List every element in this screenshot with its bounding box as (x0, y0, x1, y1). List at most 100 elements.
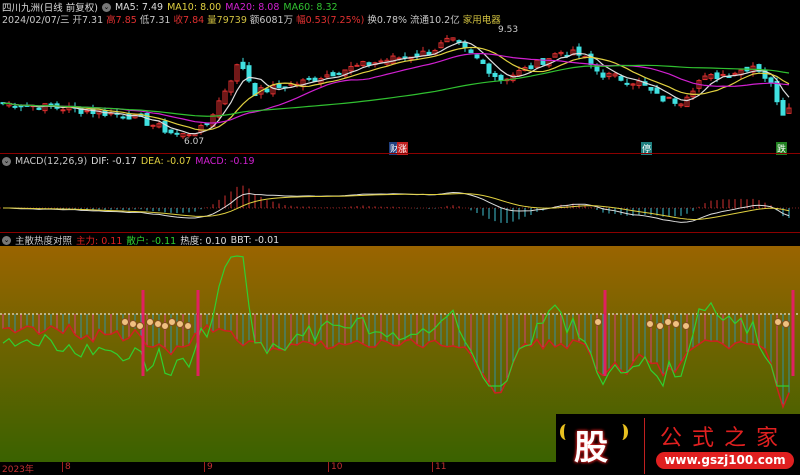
hand-pointer-icon (774, 318, 782, 326)
horn-icon (616, 424, 628, 440)
ma10-value: MA10: 8.00 (167, 1, 222, 13)
candle (366, 62, 372, 66)
candle (654, 87, 660, 94)
candle (486, 63, 492, 74)
divider (0, 153, 800, 154)
candle (36, 107, 42, 110)
hand-pointer-icon (184, 322, 192, 330)
indicator-title: 主散热度对照 (15, 236, 73, 247)
signal-bar (196, 290, 200, 376)
hand-pointer-icon (656, 322, 664, 330)
hand-pointer-icon (121, 318, 129, 326)
axis-year: 2023年 (2, 465, 34, 475)
macd-title: MACD(12,26,9) (15, 155, 88, 167)
candle (774, 80, 780, 103)
hand-pointer-icon (161, 322, 169, 330)
logo-name: 公式之家 (660, 426, 789, 451)
macd-header: ⌄ MACD(12,26,9) DIF: -0.17 DEA: -0.07 MA… (2, 155, 255, 167)
hand-pointer-icon (129, 320, 137, 328)
candle (468, 49, 474, 54)
hand-pointer-icon (168, 318, 176, 326)
dif-line (2, 191, 790, 223)
signal-bar (603, 290, 607, 376)
hand-pointer-icon (154, 320, 162, 328)
candle (336, 72, 342, 75)
hand-pointer-icon (146, 318, 154, 326)
candle (768, 77, 774, 84)
price-chart[interactable] (0, 24, 800, 154)
ma5-value: MA5: 7.49 (114, 1, 164, 13)
logo-char: 股 (574, 428, 608, 468)
chevron-down-icon[interactable]: ⌄ (101, 2, 111, 12)
bbt-value: BBT: -0.01 (230, 234, 280, 246)
candle (312, 77, 318, 82)
axis-month-8: 8 (62, 462, 71, 472)
candle (780, 100, 786, 116)
hand-pointer-icon (594, 318, 602, 326)
candle (480, 59, 486, 64)
axis-month-9: 9 (204, 462, 213, 472)
hand-pointer-icon (682, 322, 690, 330)
chevron-down-icon[interactable]: ⌄ (2, 156, 11, 166)
hand-pointer-icon (136, 322, 144, 330)
candle (240, 61, 246, 69)
candle (672, 98, 678, 104)
candle (18, 105, 24, 108)
logo-url: www.gszj100.com (656, 452, 794, 469)
retail-value: 散户: -0.11 (126, 236, 177, 247)
ma60-line (2, 64, 790, 117)
hand-pointer-icon (672, 320, 680, 328)
chevron-down-icon[interactable]: ⌄ (2, 235, 11, 245)
candle (618, 76, 624, 81)
candle (600, 72, 606, 78)
hand-pointer-icon (782, 320, 790, 328)
horn-icon (560, 424, 572, 440)
candle (306, 77, 312, 80)
dif-value: DIF: -0.17 (91, 155, 137, 167)
candle (648, 87, 654, 91)
candle (660, 95, 666, 102)
candle (492, 72, 498, 77)
candle (168, 129, 174, 134)
candle (540, 58, 546, 65)
min-price-label: 6.07 (184, 137, 205, 147)
axis-month-10: 10 (328, 462, 342, 472)
candle (12, 105, 18, 108)
candle (498, 74, 504, 81)
signal-bar (141, 290, 145, 376)
candle (414, 53, 420, 57)
hand-pointer-icon (664, 318, 672, 326)
candle (330, 72, 336, 77)
candle (162, 120, 168, 133)
signal-bar (791, 290, 795, 376)
dea-value: DEA: -0.07 (140, 155, 192, 167)
candle (186, 134, 192, 137)
heat-value: 热度: 0.10 (180, 236, 227, 247)
axis-month-11: 11 (432, 462, 446, 472)
hand-pointer-icon (176, 320, 184, 328)
candle (666, 96, 672, 99)
candle (174, 132, 180, 135)
ma60-value: MA60: 8.32 (283, 1, 338, 13)
indicator-header: ⌄ 主散热度对照 主力: 0.11 散户: -0.11 热度: 0.10 BBT… (2, 234, 280, 247)
candle (120, 116, 126, 119)
main-force-value: 主力: 0.11 (76, 236, 123, 247)
candle (474, 54, 480, 59)
candle (624, 82, 630, 85)
candle (264, 88, 270, 93)
candle (528, 65, 534, 70)
max-price-label: 9.53 (498, 25, 519, 35)
candle (714, 72, 720, 80)
dea-line (2, 193, 790, 221)
candle (354, 64, 360, 67)
watermark-logo: 股 公式之家 www.gszj100.com (556, 414, 800, 474)
candle (378, 60, 384, 63)
candle (462, 41, 468, 48)
ma20-value: MA20: 8.08 (225, 1, 280, 13)
hand-pointer-icon (646, 320, 654, 328)
candle (84, 110, 90, 113)
candle (150, 124, 156, 127)
macd-value: MACD: -0.19 (195, 155, 255, 167)
macd-chart[interactable] (0, 168, 800, 230)
candle (60, 109, 66, 112)
